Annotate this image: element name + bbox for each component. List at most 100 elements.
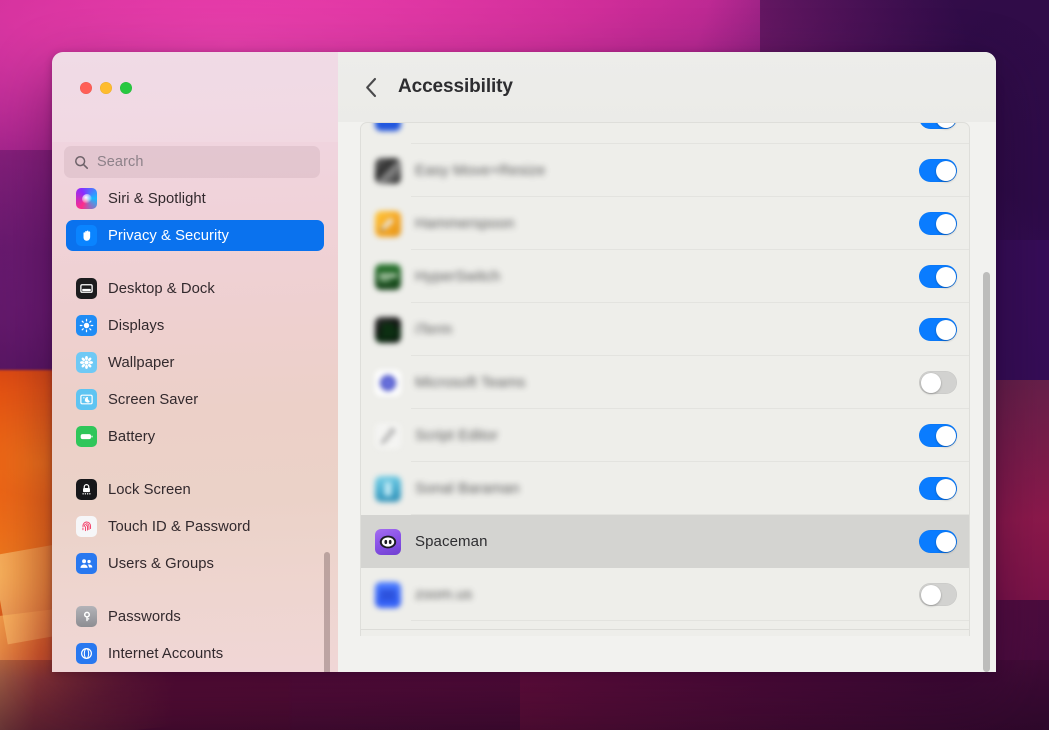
lock-screen-icon: [76, 479, 97, 500]
table-row[interactable]: iTerm: [361, 303, 969, 356]
sidebar-item-label: Touch ID & Password: [108, 518, 251, 535]
app-icon: [375, 581, 401, 608]
app-icon: [375, 157, 401, 184]
app-permission-toggle[interactable]: [919, 212, 957, 235]
app-list-scrollbar[interactable]: [983, 272, 990, 672]
displays-icon: [76, 315, 97, 336]
app-permission-toggle[interactable]: [919, 530, 957, 553]
app-icon: [375, 422, 401, 449]
app-name: zoom.us: [415, 586, 473, 603]
sidebar-item-siri-spotlight[interactable]: Siri & Spotlight: [66, 183, 324, 214]
app-permission-toggle[interactable]: [919, 318, 957, 341]
sidebar-item-label: Privacy & Security: [108, 227, 229, 244]
app-permission-toggle[interactable]: [919, 265, 957, 288]
table-row[interactable]: Spaceman: [361, 515, 969, 568]
sidebar-item-label: Siri & Spotlight: [108, 190, 206, 207]
sidebar-item-label: Displays: [108, 317, 165, 334]
app-permission-toggle[interactable]: [919, 159, 957, 182]
app-name: Easy Move+Resize: [415, 162, 546, 179]
sidebar-item-label: Desktop & Dock: [108, 280, 215, 297]
sidebar-item-label: Battery: [108, 428, 156, 445]
sidebar-item-battery[interactable]: Battery: [66, 421, 324, 452]
internet-accounts-icon: [76, 643, 97, 664]
app-name: Microsoft Teams: [415, 374, 526, 391]
sidebar-item-passwords[interactable]: Passwords: [66, 601, 324, 632]
app-rows-scroll-area[interactable]: Easy Move+Resize Hammerspoon HyperSwitch…: [361, 123, 969, 629]
app-icon: [375, 123, 401, 131]
app-permission-toggle[interactable]: [919, 123, 957, 129]
wallpaper-icon: [76, 352, 97, 373]
app-name: Spaceman: [415, 533, 488, 550]
app-icon: [375, 210, 401, 237]
table-row[interactable]: Hammerspoon: [361, 197, 969, 250]
main-body: Easy Move+Resize Hammerspoon HyperSwitch…: [338, 122, 996, 672]
sidebar-item-displays[interactable]: Displays: [66, 310, 324, 341]
sidebar-item-wallpaper[interactable]: Wallpaper: [66, 347, 324, 378]
app-name: iTerm: [415, 321, 453, 338]
passwords-key-icon: [76, 606, 97, 627]
back-button[interactable]: [358, 72, 384, 102]
privacy-hand-icon: [76, 225, 97, 246]
sidebar-item-label: Internet Accounts: [108, 645, 224, 662]
table-row[interactable]: Easy Move+Resize: [361, 144, 969, 197]
page-title: Accessibility: [398, 76, 513, 97]
sidebar-group-system: Control Centre Siri & Spotlight: [66, 174, 324, 273]
search-placeholder-text: Search: [97, 154, 144, 170]
app-permission-toggle[interactable]: [919, 424, 957, 447]
sidebar-item-list: Control Centre Siri & Spotlight: [52, 174, 338, 669]
app-name: HyperSwitch: [415, 268, 501, 285]
app-permission-toggle[interactable]: [919, 583, 957, 606]
siri-icon: [76, 188, 97, 209]
accessibility-app-list: Easy Move+Resize Hammerspoon HyperSwitch…: [360, 122, 970, 664]
sidebar-scrollbar[interactable]: [324, 552, 330, 672]
table-row[interactable]: HyperSwitch: [361, 250, 969, 303]
battery-icon: [76, 426, 97, 447]
sidebar-item-label: Wallpaper: [108, 354, 175, 371]
app-permission-toggle[interactable]: [919, 477, 957, 500]
sidebar-group-appearance: Desktop & Dock Displays Wallpaper Screen…: [66, 273, 324, 474]
sidebar-item-label: Lock Screen: [108, 481, 191, 498]
app-icon: [375, 263, 401, 290]
app-icon: [375, 475, 401, 502]
users-groups-icon: [76, 553, 97, 574]
touch-id-icon: [76, 516, 97, 537]
search-icon: [74, 155, 89, 170]
minimize-window-button[interactable]: [100, 82, 112, 94]
table-row[interactable]: Sonal Baraman: [361, 462, 969, 515]
sidebar-item-desktop-dock[interactable]: Desktop & Dock: [66, 273, 324, 304]
maximize-window-button[interactable]: [120, 82, 132, 94]
desktop-wallpaper: Search Siri & Spotlight Privacy & Securi…: [0, 0, 1049, 730]
table-row[interactable]: Script Editor: [361, 409, 969, 462]
system-settings-window: Search Siri & Spotlight Privacy & Securi…: [52, 52, 996, 672]
app-name: Hammerspoon: [415, 215, 515, 232]
main-header: Accessibility: [338, 52, 996, 122]
sidebar-item-privacy-security[interactable]: Privacy & Security: [66, 220, 324, 251]
app-name: Script Editor: [415, 427, 498, 444]
screen-saver-icon: [76, 389, 97, 410]
app-icon: [375, 316, 401, 343]
desktop-dock-icon: [76, 278, 97, 299]
app-name: Sonal Baraman: [415, 480, 520, 497]
app-permission-toggle[interactable]: [919, 371, 957, 394]
sidebar-scroll-area[interactable]: Control Centre Siri & Spotlight: [52, 174, 338, 672]
sidebar-item-touch-id-password[interactable]: Touch ID & Password: [66, 511, 324, 542]
table-row[interactable]: [361, 123, 969, 144]
sidebar-item-label: Passwords: [108, 608, 181, 625]
sidebar-item-control-centre[interactable]: Control Centre: [66, 174, 324, 177]
sidebar-group-security: Lock Screen Touch ID & Password Users & …: [66, 474, 324, 601]
table-row[interactable]: Microsoft Teams: [361, 356, 969, 409]
app-rows-inner: Easy Move+Resize Hammerspoon HyperSwitch…: [361, 123, 969, 621]
sidebar-item-screen-saver[interactable]: Screen Saver: [66, 384, 324, 415]
sidebar-item-users-groups[interactable]: Users & Groups: [66, 548, 324, 579]
sidebar-item-internet-accounts[interactable]: Internet Accounts: [66, 638, 324, 669]
table-row[interactable]: zoom.us: [361, 568, 969, 621]
app-icon: [375, 369, 401, 396]
row-divider: [411, 620, 969, 621]
main-bottom-padding: [338, 636, 996, 672]
sidebar-group-accounts: Passwords Internet Accounts: [66, 601, 324, 669]
sidebar-item-label: Users & Groups: [108, 555, 214, 572]
settings-sidebar: Search Siri & Spotlight Privacy & Securi…: [52, 52, 338, 672]
window-traffic-lights: [52, 52, 338, 94]
sidebar-item-lock-screen[interactable]: Lock Screen: [66, 474, 324, 505]
close-window-button[interactable]: [80, 82, 92, 94]
